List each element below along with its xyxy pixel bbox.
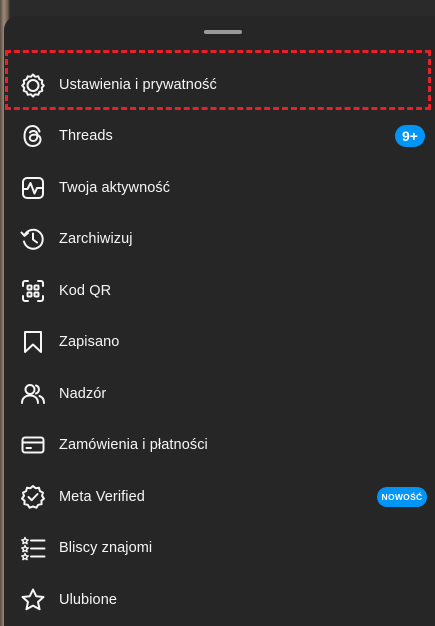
menu-item-threads[interactable]: Threads 9+ [4,111,435,163]
menu-item-orders-payments[interactable]: Zamówienia i płatności [4,420,435,472]
menu-item-supervision[interactable]: Nadzór [4,368,435,420]
archive-icon [20,226,46,252]
menu-item-label: Bliscy znajomi [59,540,153,557]
settings-icon [20,72,46,98]
menu-item-label: Ustawienia i prywatność [59,76,217,93]
menu-item-saved[interactable]: Zapisano [4,317,435,369]
bottom-sheet-menu: Ustawienia i prywatność Threads 9+ Twoja… [4,16,435,626]
menu-item-label: Meta Verified [59,488,145,505]
menu-item-label: Kod QR [59,282,112,299]
bookmark-icon [20,329,46,355]
star-icon [20,587,46,613]
menu-item-label: Nadzór [59,385,107,402]
menu-item-label: Zarchiwizuj [59,231,133,248]
drag-handle[interactable] [204,30,242,34]
menu-list: Ustawienia i prywatność Threads 9+ Twoja… [4,59,435,626]
new-badge: NOWOŚĆ [377,486,427,507]
menu-item-settings[interactable]: Ustawienia i prywatność [4,59,435,111]
card-icon [20,432,46,458]
verified-badge-icon [20,484,46,510]
notification-count-badge: 9+ [395,125,425,148]
activity-icon [20,175,46,201]
menu-item-label: Zamówienia i płatności [59,437,208,454]
menu-item-favorites[interactable]: Ulubione [4,574,435,626]
menu-item-archive[interactable]: Zarchiwizuj [4,214,435,266]
menu-item-label: Twoja aktywność [59,179,171,196]
menu-item-label: Zapisano [59,334,120,351]
threads-icon [20,123,46,149]
menu-item-meta-verified[interactable]: Meta Verified NOWOŚĆ [4,471,435,523]
menu-item-label: Ulubione [59,591,118,608]
menu-item-activity[interactable]: Twoja aktywność [4,162,435,214]
menu-item-qr-code[interactable]: Kod QR [4,265,435,317]
supervision-icon [20,381,46,407]
close-friends-icon [20,535,46,561]
menu-item-label: Threads [59,128,113,145]
qr-code-icon [20,278,46,304]
menu-item-close-friends[interactable]: Bliscy znajomi [4,523,435,575]
